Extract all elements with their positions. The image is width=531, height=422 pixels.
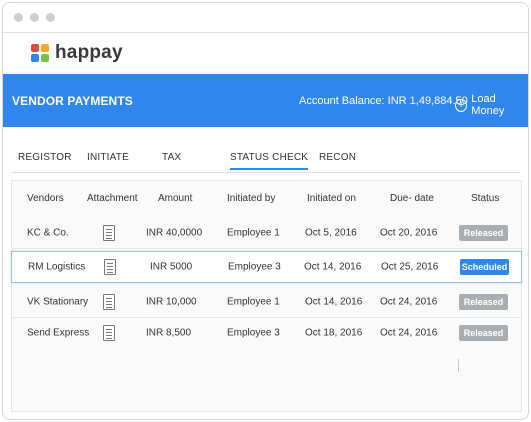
account-balance: Account Balance: INR 1,49,884.50: [299, 95, 468, 107]
vendor-name: RM Logistics: [28, 261, 86, 273]
column-header-amount: Amount: [158, 193, 193, 204]
initiated-on: Oct 14, 2016: [304, 261, 362, 273]
document-icon[interactable]: [103, 325, 115, 341]
status-badge[interactable]: Released: [459, 225, 508, 241]
tab-registor[interactable]: REGISTOR: [18, 152, 72, 163]
due-date: Oct 24, 2016: [380, 327, 438, 339]
column-header-initiated-on: Initiated on: [307, 193, 356, 204]
happay-logo-icon: [31, 44, 49, 62]
column-header-status: Status: [471, 193, 500, 204]
initiated-by: Employee 3: [228, 261, 281, 273]
page-header-banner: VENDOR PAYMENTS Account Balance: INR 1,4…: [3, 74, 528, 127]
vendor-name: Send Express: [27, 327, 90, 339]
tab-divider: [11, 172, 520, 173]
vendor-name: VK Stationary: [27, 296, 89, 308]
initiated-by: Employee 1: [227, 296, 280, 308]
table-row[interactable]: VK Stationary INR 10,000 Employee 1 Oct …: [12, 287, 521, 318]
initiated-on: Oct 14, 2016: [305, 296, 363, 308]
load-money-label: Load Money: [471, 93, 505, 117]
column-header-initiated-by: Initiated by: [227, 193, 276, 204]
amount: INR 10,000: [146, 296, 197, 308]
brand-name: happay: [55, 42, 123, 63]
amount: INR 40,0000: [146, 227, 203, 239]
document-icon[interactable]: [104, 259, 116, 275]
tab-tax[interactable]: TAX: [162, 152, 181, 163]
plus-circle-icon: +: [455, 98, 468, 112]
window-close-dot[interactable]: [14, 13, 23, 22]
column-header-due-date: Due- date: [390, 193, 434, 204]
browser-window: happay VENDOR PAYMENTS Account Balance: …: [2, 2, 529, 420]
amount: INR 8,500: [146, 327, 192, 339]
table-row-selected[interactable]: RM Logistics INR 5000 Employee 3 Oct 14,…: [11, 251, 522, 283]
load-money-button[interactable]: + Load Money: [455, 93, 528, 117]
status-badge[interactable]: Released: [459, 325, 508, 341]
tab-initiate[interactable]: INITIATE: [87, 152, 129, 163]
initiated-by: Employee 1: [227, 227, 280, 239]
initiated-on: Oct 18, 2016: [305, 327, 363, 339]
table-row[interactable]: KC & Co. INR 40,0000 Employee 1 Oct 5, 2…: [12, 218, 521, 249]
tab-recon[interactable]: RECON: [319, 152, 356, 163]
vendor-name: KC & Co.: [27, 227, 69, 239]
table-row[interactable]: Send Express INR 8,500 Employee 3 Oct 18…: [12, 318, 521, 348]
window-minimize-dot[interactable]: [30, 13, 39, 22]
tab-status-check[interactable]: STATUS CHECK: [230, 152, 309, 170]
document-icon[interactable]: [103, 294, 115, 310]
amount: INR 5000: [150, 261, 193, 273]
status-badge[interactable]: Released: [459, 294, 508, 310]
scrollbar[interactable]: [458, 359, 459, 372]
tab-bar: REGISTOR INITIATE TAX STATUS CHECK RECON: [3, 127, 528, 173]
initiated-by: Employee 3: [227, 327, 280, 339]
column-header-attachment: Attachment: [87, 193, 138, 204]
initiated-on: Oct 5, 2016: [305, 227, 357, 239]
due-date: Oct 20, 2016: [380, 227, 438, 239]
column-header-vendors: Vendors: [27, 193, 64, 204]
due-date: Oct 24, 2016: [380, 296, 438, 308]
status-badge[interactable]: Scheduled: [460, 259, 509, 275]
due-date: Oct 25, 2016: [381, 261, 439, 273]
window-maximize-dot[interactable]: [46, 13, 55, 22]
happay-logo[interactable]: happay: [31, 41, 123, 65]
page-title: VENDOR PAYMENTS: [12, 94, 133, 108]
document-icon[interactable]: [103, 225, 115, 241]
status-table: Vendors Attachment Amount Initiated by I…: [11, 180, 522, 412]
window-titlebar: [3, 3, 528, 33]
